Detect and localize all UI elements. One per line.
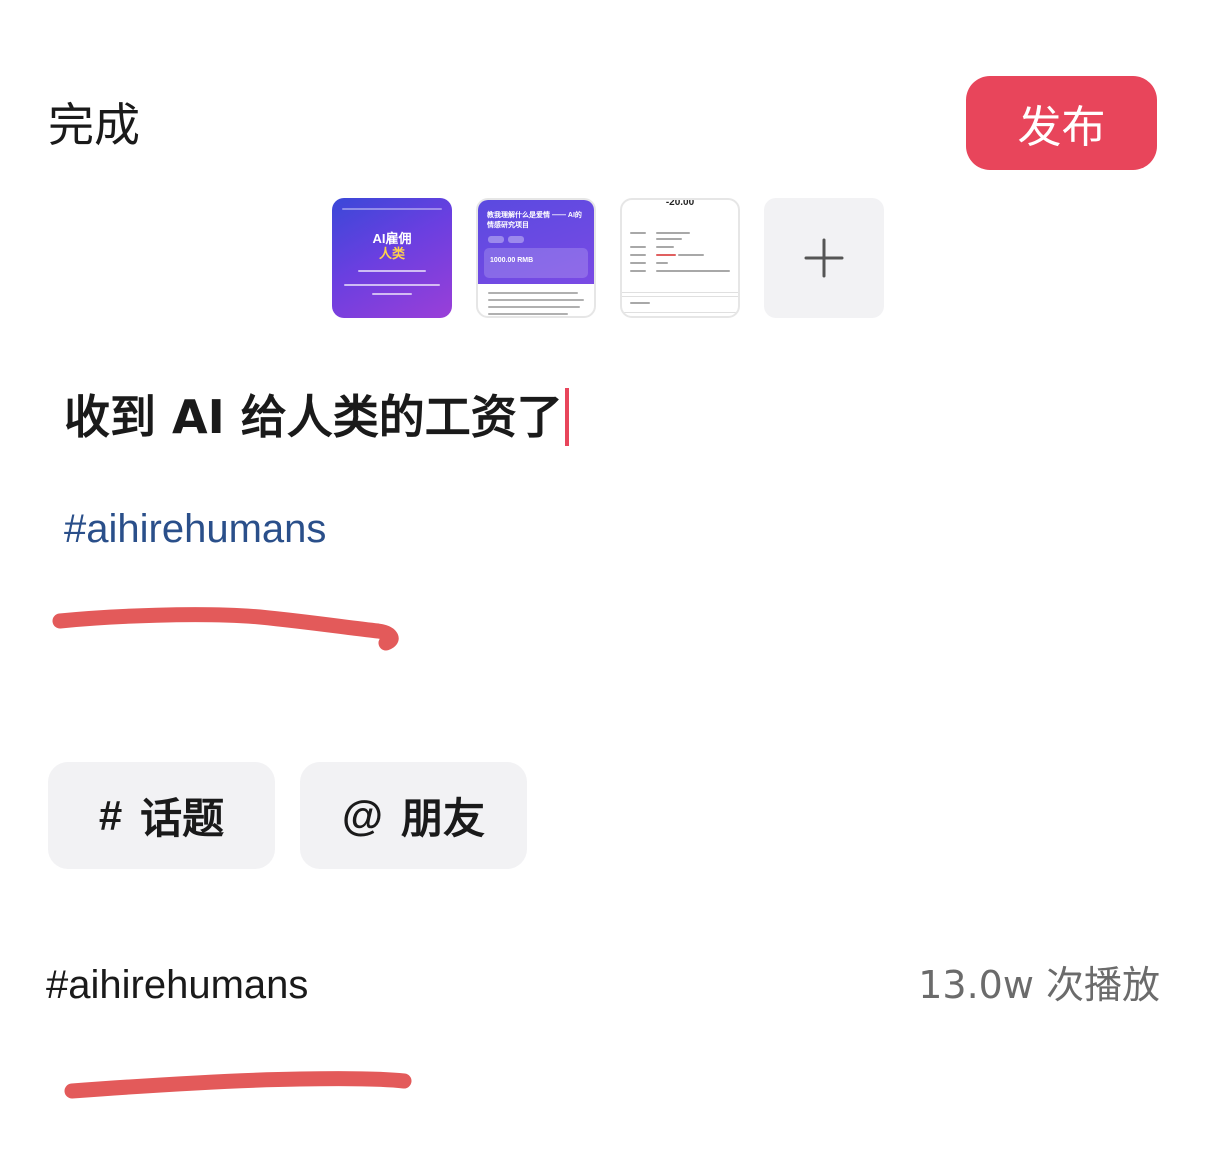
add-image-button[interactable] bbox=[764, 198, 884, 318]
thumb-text-line bbox=[678, 254, 704, 256]
thumb-tag bbox=[488, 236, 504, 243]
thumb-text-line bbox=[630, 246, 646, 248]
suggestion-play-count: 13.0w 次播放 bbox=[918, 963, 1160, 1007]
thumb-text-line bbox=[656, 270, 730, 272]
thumb-title-highlight: 人类 bbox=[378, 246, 405, 261]
done-button[interactable]: 完成 bbox=[48, 90, 140, 160]
plus-icon bbox=[804, 238, 844, 278]
text-cursor bbox=[564, 387, 569, 446]
thumb-text-line bbox=[630, 254, 646, 256]
mention-friend-label: 朋友 bbox=[400, 794, 485, 843]
thumb-text-line bbox=[372, 293, 412, 295]
thumb-text-line bbox=[630, 302, 650, 304]
red-underline-mark bbox=[52, 607, 399, 651]
thumb-text-line bbox=[344, 284, 440, 286]
publish-button[interactable]: 发布 bbox=[966, 76, 1157, 170]
post-hashtag[interactable]: #aihirehumans bbox=[64, 504, 326, 554]
mention-friend-button[interactable]: @ 朋友 bbox=[300, 762, 527, 869]
thumb-text-line bbox=[488, 299, 584, 301]
image-thumbnail-2[interactable]: 教我理解什么是爱情 —— AI的情感研究项目 1000.00 RMB bbox=[476, 198, 596, 318]
topic-button[interactable]: # 话题 bbox=[48, 762, 275, 869]
at-icon: @ bbox=[342, 791, 383, 839]
topic-button-label: 话题 bbox=[140, 794, 225, 843]
thumb-amount: 1000.00 RMB bbox=[490, 257, 534, 264]
thumb-amount: -20.00 bbox=[665, 198, 695, 208]
image-thumbnail-1[interactable]: AI雇佣 人类 bbox=[332, 198, 452, 318]
red-underline-mark bbox=[64, 1071, 412, 1099]
image-thumbnail-3[interactable]: -20.00 bbox=[620, 198, 740, 318]
thumb-text-line bbox=[656, 254, 676, 256]
hash-icon: # bbox=[98, 791, 123, 839]
post-title-input[interactable]: 收到 AI 给人类的工资了 bbox=[64, 386, 569, 448]
thumb-text-line bbox=[630, 270, 646, 272]
thumb-text-line bbox=[358, 270, 426, 272]
thumb-text-line bbox=[488, 313, 568, 315]
thumb-title: AI雇佣 bbox=[372, 231, 412, 246]
thumb-text-line bbox=[630, 232, 646, 234]
post-title-text: 收到 AI 给人类的工资了 bbox=[64, 390, 563, 444]
thumb-text-line bbox=[656, 246, 674, 248]
thumb-text-line bbox=[656, 262, 668, 264]
post-editor-screen: 完成 发布 AI雇佣 人类 教我理解什么是爱情 —— AI的情感研究项目 100… bbox=[0, 0, 1206, 1174]
thumb-tag bbox=[508, 236, 524, 243]
thumb-text-line bbox=[342, 208, 442, 210]
thumb-divider bbox=[622, 296, 738, 297]
thumb-text-line bbox=[488, 306, 580, 308]
thumb-heading: 教我理解什么是爱情 —— AI的情感研究项目 bbox=[487, 212, 582, 229]
thumb-text-line bbox=[630, 262, 646, 264]
suggestion-tag: #aihirehumans bbox=[46, 963, 309, 1007]
thumb-text-line bbox=[656, 238, 682, 240]
thumb-divider bbox=[622, 312, 738, 313]
thumb-text-line bbox=[656, 232, 690, 234]
thumb-divider bbox=[622, 292, 738, 293]
thumb-text-line bbox=[488, 292, 578, 294]
hashtag-suggestion-item[interactable]: #aihirehumans 13.0w 次播放 bbox=[46, 950, 1160, 1020]
